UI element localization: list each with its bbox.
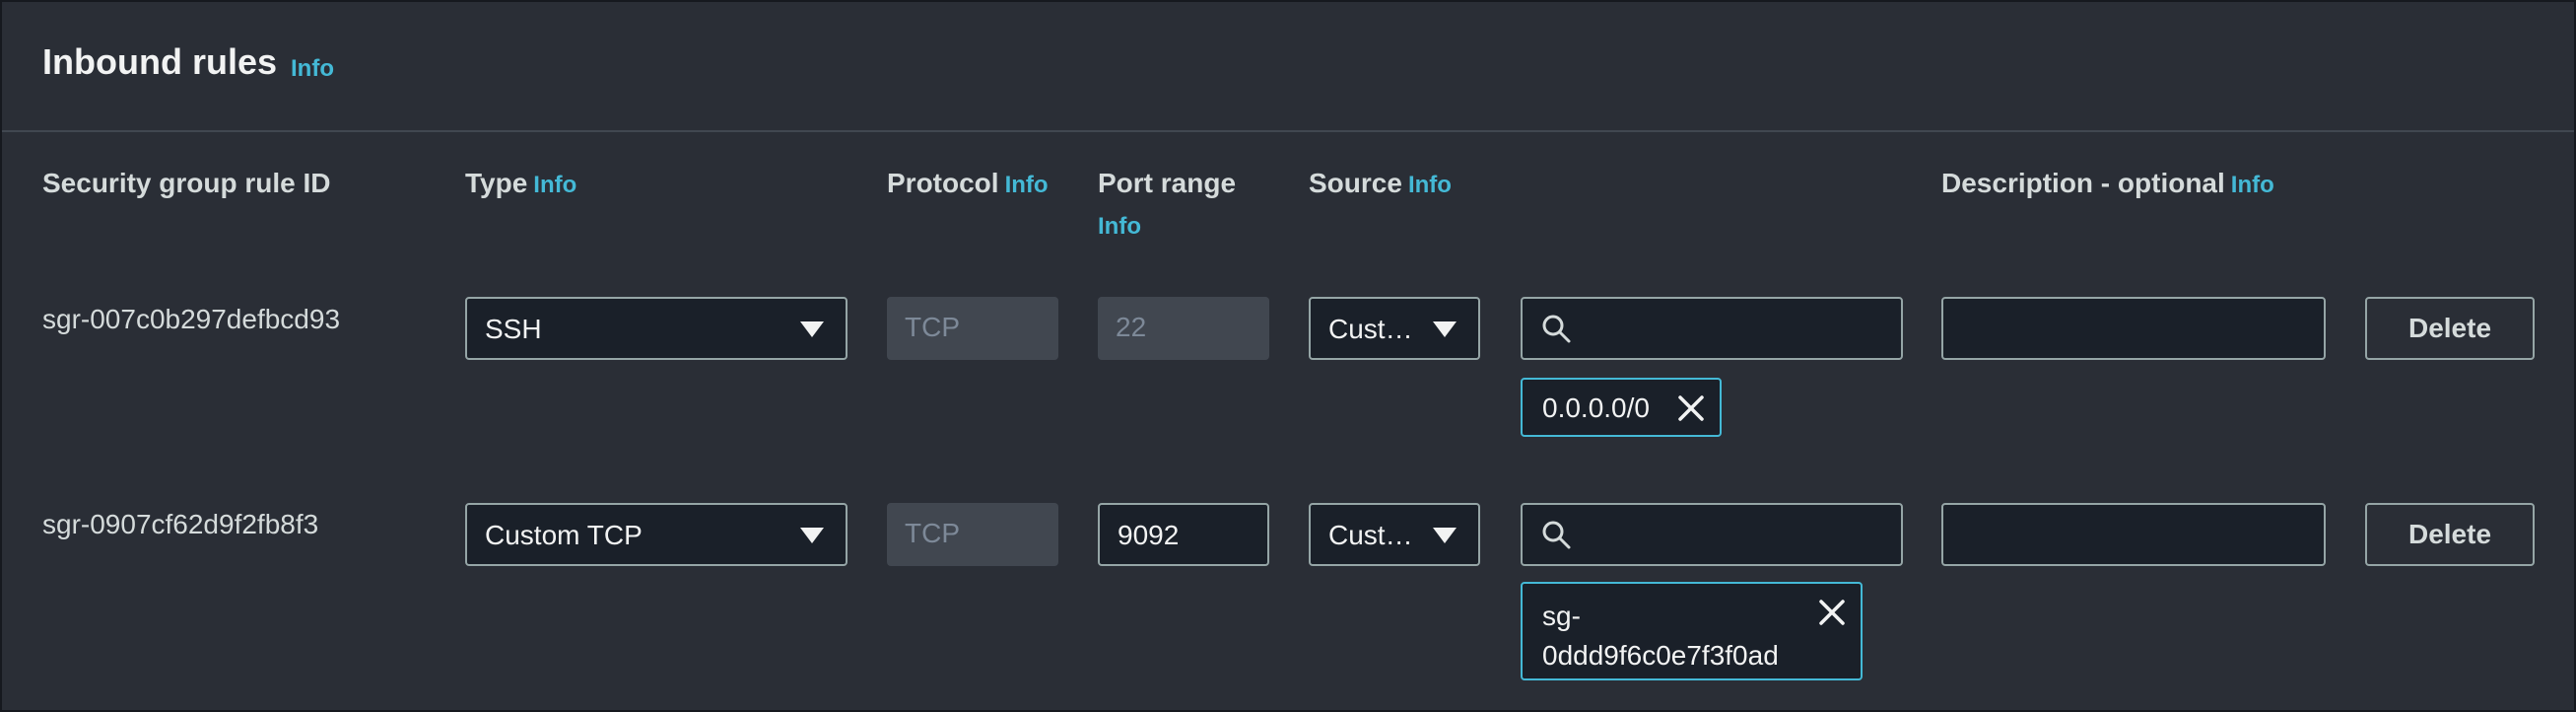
caret-down-icon: [800, 321, 824, 337]
caret-down-icon: [800, 528, 824, 543]
port-range-field: 22: [1098, 297, 1269, 360]
type-select-value: SSH: [485, 314, 542, 344]
caret-down-icon: [1433, 528, 1457, 543]
search-icon: [1542, 521, 1571, 549]
column-label: Description - optional: [1941, 168, 2225, 198]
port-range-value: 9092: [1118, 520, 1180, 550]
search-icon: [1542, 315, 1571, 343]
rule-id: sgr-0907cf62d9f2fb8f3: [42, 509, 319, 539]
source-search-input[interactable]: [1521, 297, 1903, 360]
protocol-value: TCP: [905, 312, 960, 342]
inbound-rules-panel: Inbound rules Info Security group rule I…: [0, 0, 2576, 712]
section-title: Inbound rules: [42, 41, 277, 82]
column-label: Port range: [1098, 168, 1237, 198]
source-type-select[interactable]: Cust…: [1309, 503, 1480, 566]
description-info-link[interactable]: Info: [2231, 172, 2274, 198]
source-type-value: Cust…: [1328, 520, 1413, 550]
port-range-input[interactable]: 9092: [1098, 503, 1269, 566]
close-icon[interactable]: [1676, 393, 1706, 423]
delete-button[interactable]: Delete: [2365, 297, 2535, 360]
source-token: 0.0.0.0/0: [1521, 378, 1722, 437]
panel-header: Inbound rules Info: [2, 2, 2574, 132]
description-input[interactable]: [1941, 503, 2326, 566]
source-type-select[interactable]: Cust…: [1309, 297, 1480, 360]
description-input[interactable]: [1941, 297, 2326, 360]
close-icon[interactable]: [1817, 598, 1847, 627]
column-header-protocol: Protocol Info: [887, 168, 1049, 199]
type-select-value: Custom TCP: [485, 520, 643, 550]
protocol-value: TCP: [905, 518, 960, 548]
type-info-link[interactable]: Info: [533, 172, 576, 198]
source-token-label: sg- 0ddd9f6c0e7f3f0ad: [1542, 597, 1779, 676]
source-search-input[interactable]: [1521, 503, 1903, 566]
source-token-label: 0.0.0.0/0: [1542, 392, 1650, 423]
source-token: sg- 0ddd9f6c0e7f3f0ad: [1521, 582, 1863, 680]
column-header-rule-id: Security group rule ID: [42, 168, 331, 199]
column-label: Security group rule ID: [42, 168, 331, 198]
protocol-field: TCP: [887, 503, 1058, 566]
section-info-link[interactable]: Info: [291, 55, 334, 83]
port-range-value: 22: [1116, 312, 1147, 342]
column-header-source: Source Info: [1309, 168, 1452, 199]
column-header-port-range: Port range Info: [1098, 168, 1237, 240]
column-header-description: Description - optional Info: [1941, 168, 2274, 199]
caret-down-icon: [1433, 321, 1457, 337]
column-label: Source: [1309, 168, 1402, 198]
source-info-link[interactable]: Info: [1408, 172, 1452, 198]
delete-button[interactable]: Delete: [2365, 503, 2535, 566]
source-token-line: sg-: [1542, 601, 1581, 631]
column-label: Protocol: [887, 168, 999, 198]
protocol-field: TCP: [887, 297, 1058, 360]
type-select[interactable]: Custom TCP: [465, 503, 847, 566]
protocol-info-link[interactable]: Info: [1005, 172, 1049, 198]
column-label: Type: [465, 168, 528, 198]
source-token-line: 0ddd9f6c0e7f3f0ad: [1542, 640, 1779, 671]
type-select[interactable]: SSH: [465, 297, 847, 360]
source-type-value: Cust…: [1328, 314, 1413, 344]
column-header-type: Type Info: [465, 168, 576, 199]
port-range-info-link[interactable]: Info: [1098, 213, 1141, 240]
rule-id: sgr-007c0b297defbcd93: [42, 304, 341, 334]
